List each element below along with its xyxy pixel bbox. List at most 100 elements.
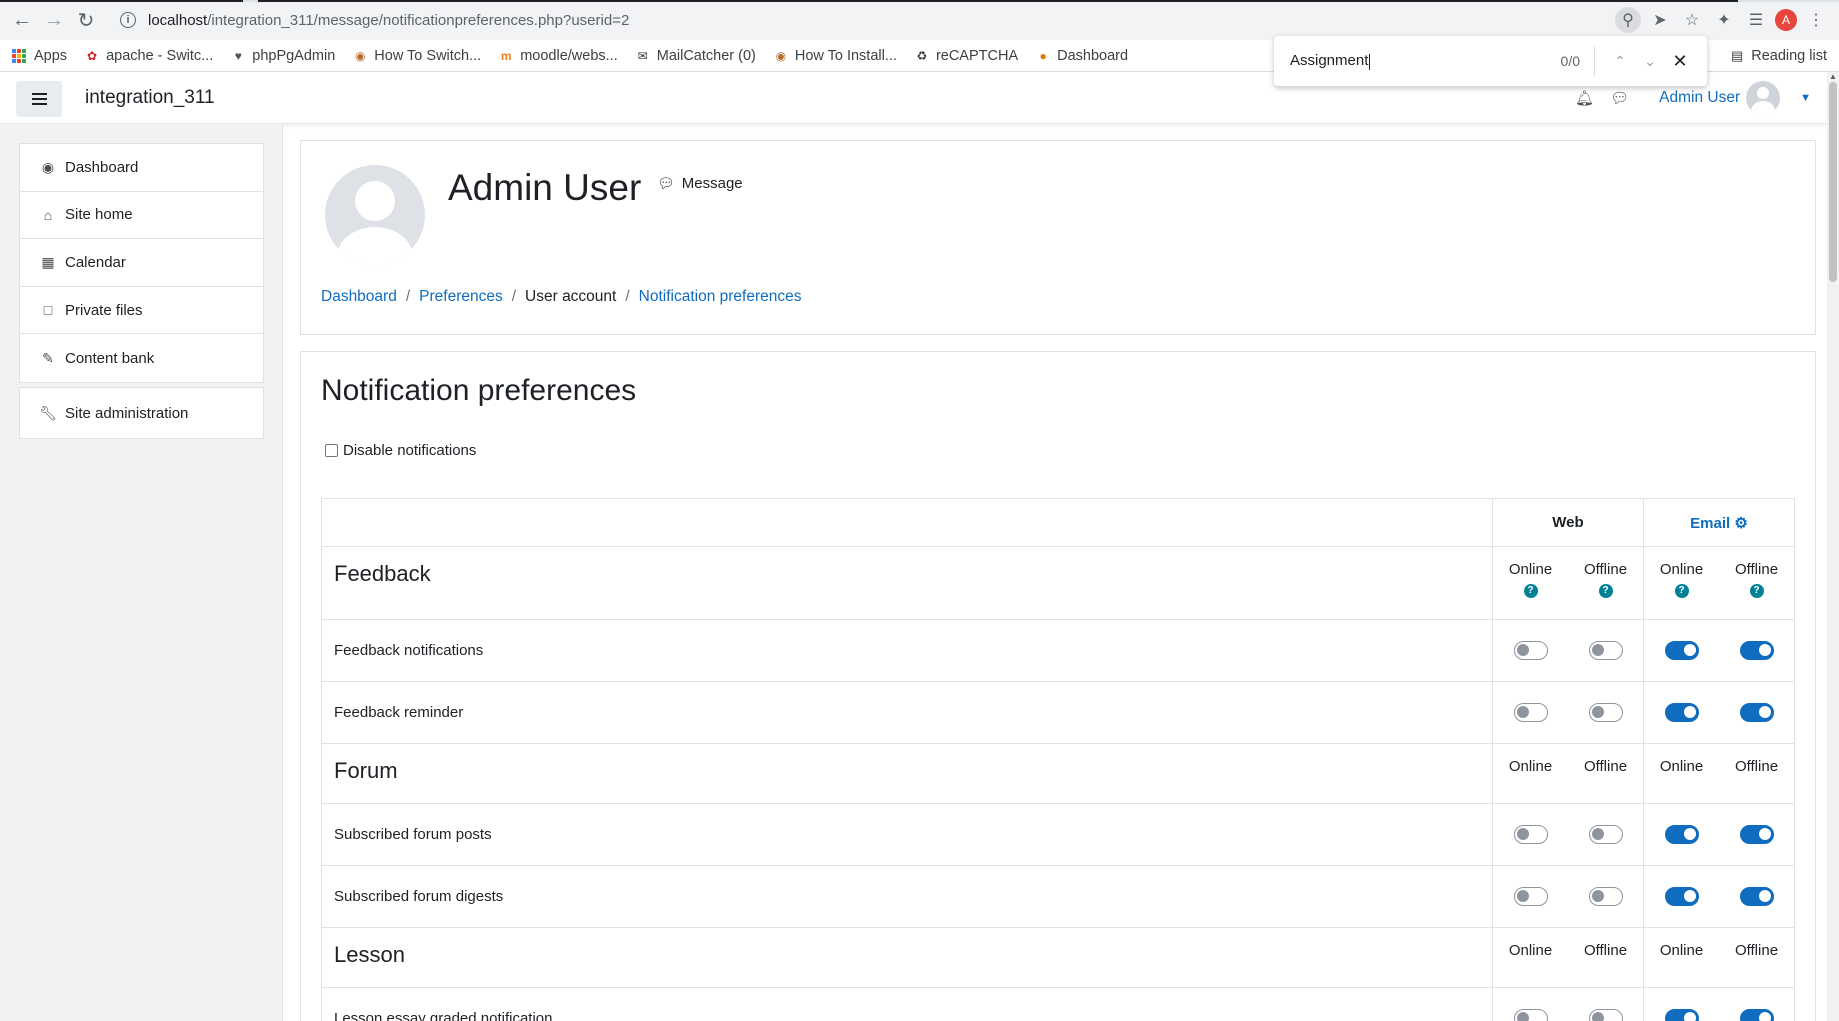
state-label-text: Offline (1734, 561, 1779, 578)
preference-row-feedback-notifications: Feedback notifications (321, 619, 1795, 682)
back-arrow-icon[interactable]: ← (6, 4, 38, 36)
bookmark-phppgadmin[interactable]: ♥ phpPgAdmin (231, 48, 336, 64)
toggle-wrapper (1568, 887, 1643, 906)
find-in-page-icon[interactable]: ⚲ (1615, 7, 1641, 33)
profile-avatar[interactable]: A (1775, 9, 1797, 31)
toggle-cell (1492, 987, 1644, 1021)
sidebar-item-label: Site home (65, 206, 133, 224)
toggle-wrapper (1719, 887, 1794, 906)
web-offline-toggle[interactable] (1588, 641, 1623, 660)
web-online-toggle[interactable] (1513, 825, 1548, 844)
question-circle-icon[interactable]: ? (1598, 584, 1613, 598)
extensions-icon[interactable]: ✦ (1711, 7, 1737, 33)
web-offline-toggle[interactable] (1588, 825, 1623, 844)
state-label-offline: Offline (1719, 942, 1794, 959)
media-controls-icon[interactable]: ☰ (1743, 7, 1769, 33)
sidebar-item-site-home[interactable]: ⌂ Site home (20, 192, 263, 240)
find-separator (1594, 46, 1595, 76)
reading-list-button[interactable]: ▤ Reading list (1731, 40, 1827, 72)
email-online-toggle[interactable] (1664, 641, 1699, 660)
breadcrumb-dashboard[interactable]: Dashboard (321, 288, 397, 306)
header-blank-cell (321, 498, 1493, 547)
email-offline-toggle[interactable] (1739, 1009, 1774, 1021)
bookmark-apache[interactable]: ✿ apache - Switc... (85, 48, 213, 64)
email-offline-toggle[interactable] (1739, 825, 1774, 844)
bookmark-mailcatcher[interactable]: ✉ MailCatcher (0) (636, 48, 756, 64)
state-label-text: Offline (1734, 758, 1779, 775)
forward-arrow-icon[interactable]: → (38, 4, 70, 36)
toggle-group (1493, 1009, 1643, 1021)
toggle-wrapper (1719, 1009, 1794, 1021)
state-label-text: Offline (1583, 942, 1628, 959)
bookmark-dashboard[interactable]: ● Dashboard (1036, 48, 1129, 64)
state-header-cell: Online Offline (1643, 927, 1795, 988)
drawer-toggle-button[interactable] (16, 81, 62, 117)
address-bar[interactable]: i localhost/integration_311/message/noti… (110, 5, 1600, 35)
bookmark-how-to-switch[interactable]: ◉ How To Switch... (353, 48, 481, 64)
email-online-toggle[interactable] (1664, 887, 1699, 906)
user-avatar[interactable] (1746, 81, 1781, 115)
preferences-table: Web Email ⚙ Feedback Online? Offline? Onlin… (321, 498, 1795, 1021)
gear-icon[interactable]: ⚙ (1734, 515, 1747, 532)
sidebar-item-dashboard[interactable]: ◉ Dashboard (20, 144, 263, 192)
web-offline-toggle[interactable] (1588, 887, 1623, 906)
sidebar-item-private-files[interactable]: □ Private files (20, 287, 263, 335)
sidebar-item-content-bank[interactable]: ✎ Content bank (20, 334, 263, 382)
email-online-toggle[interactable] (1664, 1009, 1699, 1021)
caret-down-icon[interactable]: ▼ (1800, 92, 1811, 104)
bookmark-apps[interactable]: Apps (12, 48, 67, 64)
find-previous-icon[interactable]: ⌃ (1605, 46, 1635, 76)
scroll-up-icon[interactable]: ▲ (1829, 72, 1837, 81)
web-online-toggle[interactable] (1513, 887, 1548, 906)
bookmark-star-icon[interactable]: ☆ (1679, 7, 1705, 33)
find-close-icon[interactable]: ✕ (1665, 46, 1695, 76)
preference-label: Lesson essay graded notification (321, 987, 1493, 1021)
email-offline-toggle[interactable] (1739, 887, 1774, 906)
bookmark-recaptcha[interactable]: ♻ reCAPTCHA (915, 48, 1019, 64)
message-button[interactable]: 💬︎ Message (657, 175, 743, 192)
disable-notifications-checkbox[interactable] (325, 444, 338, 457)
web-offline-toggle[interactable] (1588, 1009, 1623, 1021)
sidebar-item-site-administration[interactable]: 🔧︎ Site administration (20, 388, 263, 438)
chat-bubble-icon[interactable]: 💬︎ (1610, 89, 1629, 107)
bookmark-how-to-install[interactable]: ◉ How To Install... (774, 48, 897, 64)
find-next-icon[interactable]: ⌄ (1635, 46, 1665, 76)
email-offline-toggle[interactable] (1739, 641, 1774, 660)
user-menu-name[interactable]: Admin User (1659, 89, 1740, 107)
scrollbar-thumb[interactable] (1829, 82, 1837, 282)
web-offline-toggle[interactable] (1588, 703, 1623, 722)
toggle-wrapper (1644, 887, 1719, 906)
email-online-toggle[interactable] (1664, 703, 1699, 722)
toggle-wrapper (1568, 641, 1643, 660)
send-icon[interactable]: ➤ (1647, 7, 1673, 33)
state-header-cell: Online Offline (1492, 927, 1644, 988)
web-online-toggle[interactable] (1513, 1009, 1548, 1021)
disable-notifications-label[interactable]: Disable notifications (343, 442, 476, 459)
breadcrumb-notification-preferences[interactable]: Notification preferences (639, 288, 802, 306)
question-circle-icon[interactable]: ? (1523, 584, 1538, 598)
web-online-toggle[interactable] (1513, 703, 1548, 722)
processor-email-label[interactable]: Email (1690, 515, 1730, 532)
sidebar-item-label: Private files (65, 301, 143, 319)
breadcrumb-preferences[interactable]: Preferences (419, 288, 503, 306)
find-input[interactable]: Assignment (1290, 52, 1561, 69)
site-name[interactable]: integration_311 (85, 87, 215, 109)
toggle-cell (1643, 803, 1795, 866)
web-online-toggle[interactable] (1513, 641, 1548, 660)
state-label-text: Offline (1734, 942, 1779, 959)
page-scrollbar[interactable]: ▲ (1827, 72, 1839, 1021)
question-circle-icon[interactable]: ? (1749, 584, 1764, 598)
menu-dots-icon[interactable]: ⋮ (1803, 7, 1829, 33)
browser-toolbar: ← → ↻ i localhost/integration_311/messag… (0, 0, 1839, 40)
question-circle-icon[interactable]: ? (1674, 584, 1689, 598)
email-offline-toggle[interactable] (1739, 703, 1774, 722)
email-online-toggle[interactable] (1664, 825, 1699, 844)
sidebar-item-calendar[interactable]: ▦ Calendar (20, 239, 263, 287)
toggle-cell (1492, 619, 1644, 682)
processor-email[interactable]: Email ⚙ (1643, 498, 1795, 547)
apps-grid-icon (12, 48, 26, 63)
bell-icon[interactable]: 🔔︎ (1575, 89, 1594, 107)
site-info-icon[interactable]: i (120, 12, 136, 28)
reload-icon[interactable]: ↻ (70, 4, 102, 36)
bookmark-moodle[interactable]: m moodle/webs... (499, 48, 618, 64)
